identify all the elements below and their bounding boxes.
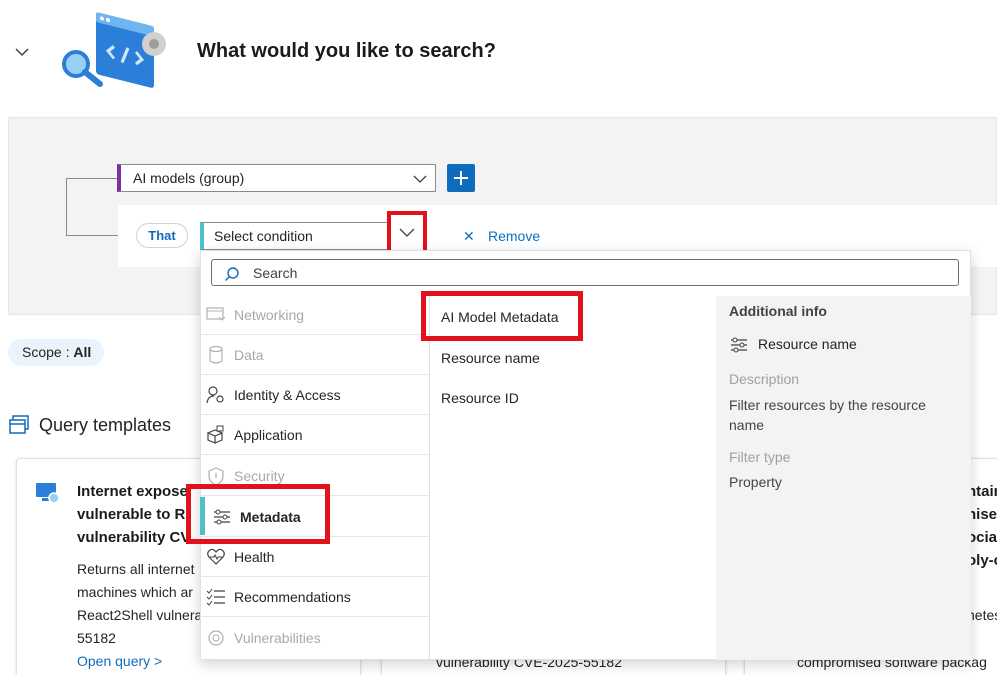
metadata-highlight-box — [186, 484, 330, 544]
category-application[interactable]: Application — [200, 415, 429, 455]
category-label: Data — [234, 346, 264, 363]
chevron-down-icon — [399, 228, 415, 237]
category-list: Networking Data Identity & Access Applic… — [200, 295, 430, 660]
app-boxes-icon — [206, 425, 224, 444]
info-title: Additional info — [729, 303, 827, 319]
info-description-label: Description — [729, 371, 800, 387]
card-title-line: oly-c — [967, 552, 997, 569]
card-title-line: ntain — [967, 483, 997, 500]
info-description-line: name — [729, 417, 765, 433]
category-label: Security — [234, 467, 285, 484]
card-title-line: nised — [967, 506, 997, 523]
condition-dropdown-toggle[interactable] — [387, 211, 427, 254]
category-label: Application — [234, 426, 303, 443]
chevron-down-icon[interactable] — [14, 44, 30, 60]
that-connector-pill: That — [136, 223, 188, 248]
info-description-line: Filter resources by the resource — [729, 397, 926, 413]
tree-connector — [66, 178, 118, 236]
scope-value: All — [73, 344, 92, 360]
card-desc-line: netes — [967, 607, 997, 623]
category-data[interactable]: Data — [200, 335, 429, 375]
option-highlight-box — [421, 291, 583, 341]
sliders-icon — [731, 337, 747, 353]
option-resource-name[interactable]: Resource name — [441, 350, 540, 366]
search-icon — [225, 267, 239, 281]
category-label: Health — [234, 548, 275, 565]
option-resource-id[interactable]: Resource ID — [441, 390, 519, 406]
card-desc-line: machines which ar — [77, 584, 193, 600]
card-title-line: Internet expose — [77, 483, 188, 500]
group-select-value: AI models (group) — [133, 170, 245, 186]
card-title-line: ociate — [967, 529, 997, 546]
close-icon[interactable]: ✕ — [463, 228, 475, 245]
search-placeholder: Search — [253, 265, 298, 281]
category-label: Networking — [234, 306, 305, 323]
category-vulnerabilities[interactable]: Vulnerabilities — [200, 618, 429, 658]
category-label: Vulnerabilities — [234, 630, 321, 646]
network-icon — [206, 307, 226, 321]
card-title-line: vulnerability CV — [77, 529, 191, 546]
plus-icon — [454, 171, 468, 185]
category-identity-access[interactable]: Identity & Access — [200, 375, 429, 415]
open-query-link[interactable]: Open query > — [77, 653, 162, 669]
bug-icon — [208, 630, 224, 646]
info-resource-name: Resource name — [758, 336, 857, 352]
scope-badge[interactable]: Scope : All — [8, 339, 104, 366]
search-code-illustration — [62, 12, 166, 88]
people-key-icon — [206, 386, 224, 404]
category-label: Recommendations — [234, 588, 351, 605]
database-icon — [209, 345, 223, 364]
chevron-down-icon — [413, 175, 427, 183]
condition-select-placeholder: Select condition — [214, 228, 313, 244]
device-search-icon — [36, 483, 60, 504]
remove-button[interactable]: Remove — [488, 228, 540, 244]
page-title: What would you like to search? — [197, 40, 496, 62]
search-input[interactable]: Search — [211, 259, 959, 286]
category-recommendations[interactable]: Recommendations — [200, 577, 429, 617]
card-title-line: vulnerable to R — [77, 506, 186, 523]
category-label: Identity & Access — [234, 386, 341, 403]
scope-label: Scope : — [22, 344, 74, 360]
query-templates-title: Query templates — [39, 415, 172, 435]
card-desc-line: 55182 — [77, 630, 116, 646]
checklist-icon — [206, 588, 225, 606]
heart-pulse-icon — [207, 548, 225, 565]
info-filter-type-label: Filter type — [729, 449, 791, 465]
card-desc-line: Returns all internet — [77, 561, 195, 577]
info-filter-type-value: Property — [729, 474, 782, 490]
shield-icon — [208, 467, 224, 486]
card-desc-line: React2Shell vulnera — [77, 607, 203, 623]
templates-icon — [9, 415, 29, 434]
category-networking[interactable]: Networking — [200, 295, 429, 335]
add-condition-button[interactable] — [447, 164, 475, 192]
group-select[interactable]: AI models (group) — [117, 164, 436, 192]
